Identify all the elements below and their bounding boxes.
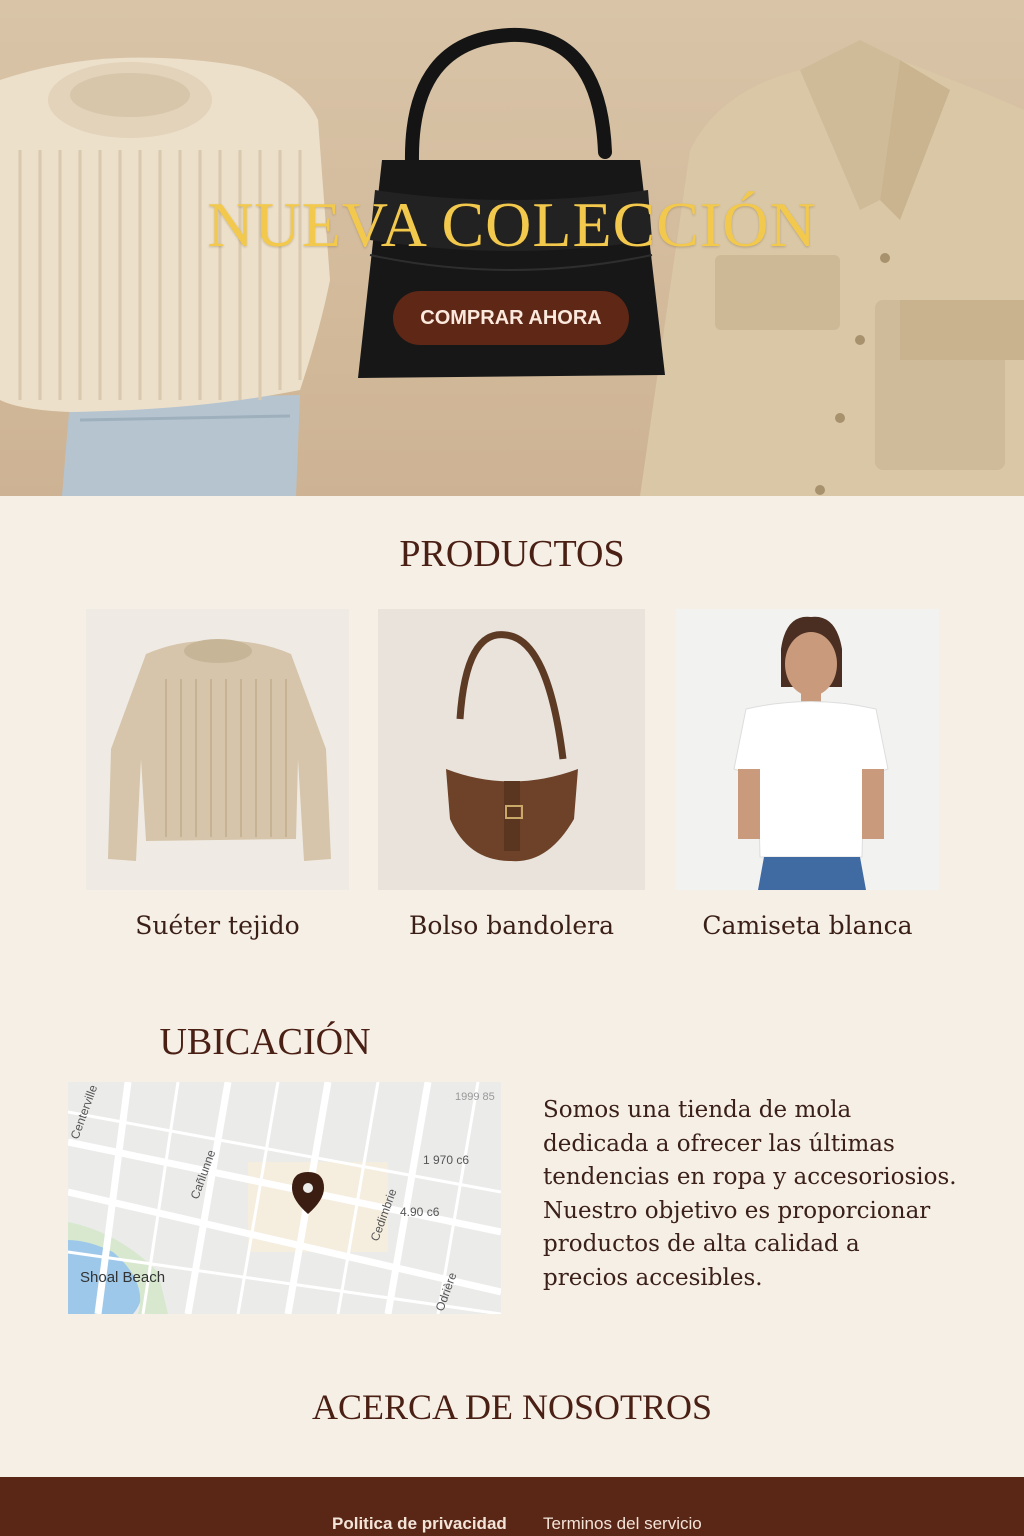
product-image-sweater[interactable] — [86, 609, 349, 890]
product-name: Camiseta blanca — [702, 911, 913, 940]
shop-now-button[interactable]: COMPRAR AHORA — [393, 291, 629, 345]
privacy-policy-link[interactable]: Politica de privacidad — [332, 1514, 507, 1534]
about-line: precios accesibles. — [543, 1264, 763, 1291]
product-name: Suéter tejido — [135, 911, 300, 940]
about-heading: ACERCA DE NOSOTROS — [311, 1387, 713, 1427]
map-number-label: 1999 85 — [455, 1091, 495, 1103]
map-number-label: 1 970 ᴄ6 — [423, 1153, 469, 1167]
products-heading: PRODUCTOS — [399, 533, 625, 575]
map-label-area: Shoal Beach — [80, 1269, 165, 1286]
location-heading: UBICACIÓN — [159, 1021, 371, 1063]
product-image-tshirt[interactable] — [676, 609, 939, 890]
product-image-bag[interactable] — [378, 609, 645, 890]
terms-of-service-link[interactable]: Terminos del servicio — [543, 1514, 702, 1534]
about-line: Nuestro objetivo es proporcionar — [543, 1197, 931, 1224]
about-line: tendencias en ropa y accesoriosios. — [543, 1164, 957, 1190]
map-number-label: 4.90 ᴄ6 — [400, 1205, 440, 1219]
product-name: Bolso bandolera — [409, 911, 614, 940]
hero-banner: NUEVA COLECCIÓN COMPRAR AHORA — [0, 0, 1024, 496]
about-description: Somos una tienda de mola dedicada a ofre… — [543, 1094, 983, 1295]
about-line: Somos una tienda de mola — [543, 1097, 852, 1123]
hero-title: NUEVA COLECCIÓN — [207, 189, 817, 260]
about-line: productos de alta calidad a — [543, 1231, 860, 1257]
about-line: dedicada a ofrecer las últimas — [543, 1130, 895, 1157]
location-map[interactable]: Shoal Beach Centerville Cañlunne Cedimbr… — [68, 1082, 501, 1314]
footer: Politica de privacidad Terminos del serv… — [0, 1477, 1024, 1536]
